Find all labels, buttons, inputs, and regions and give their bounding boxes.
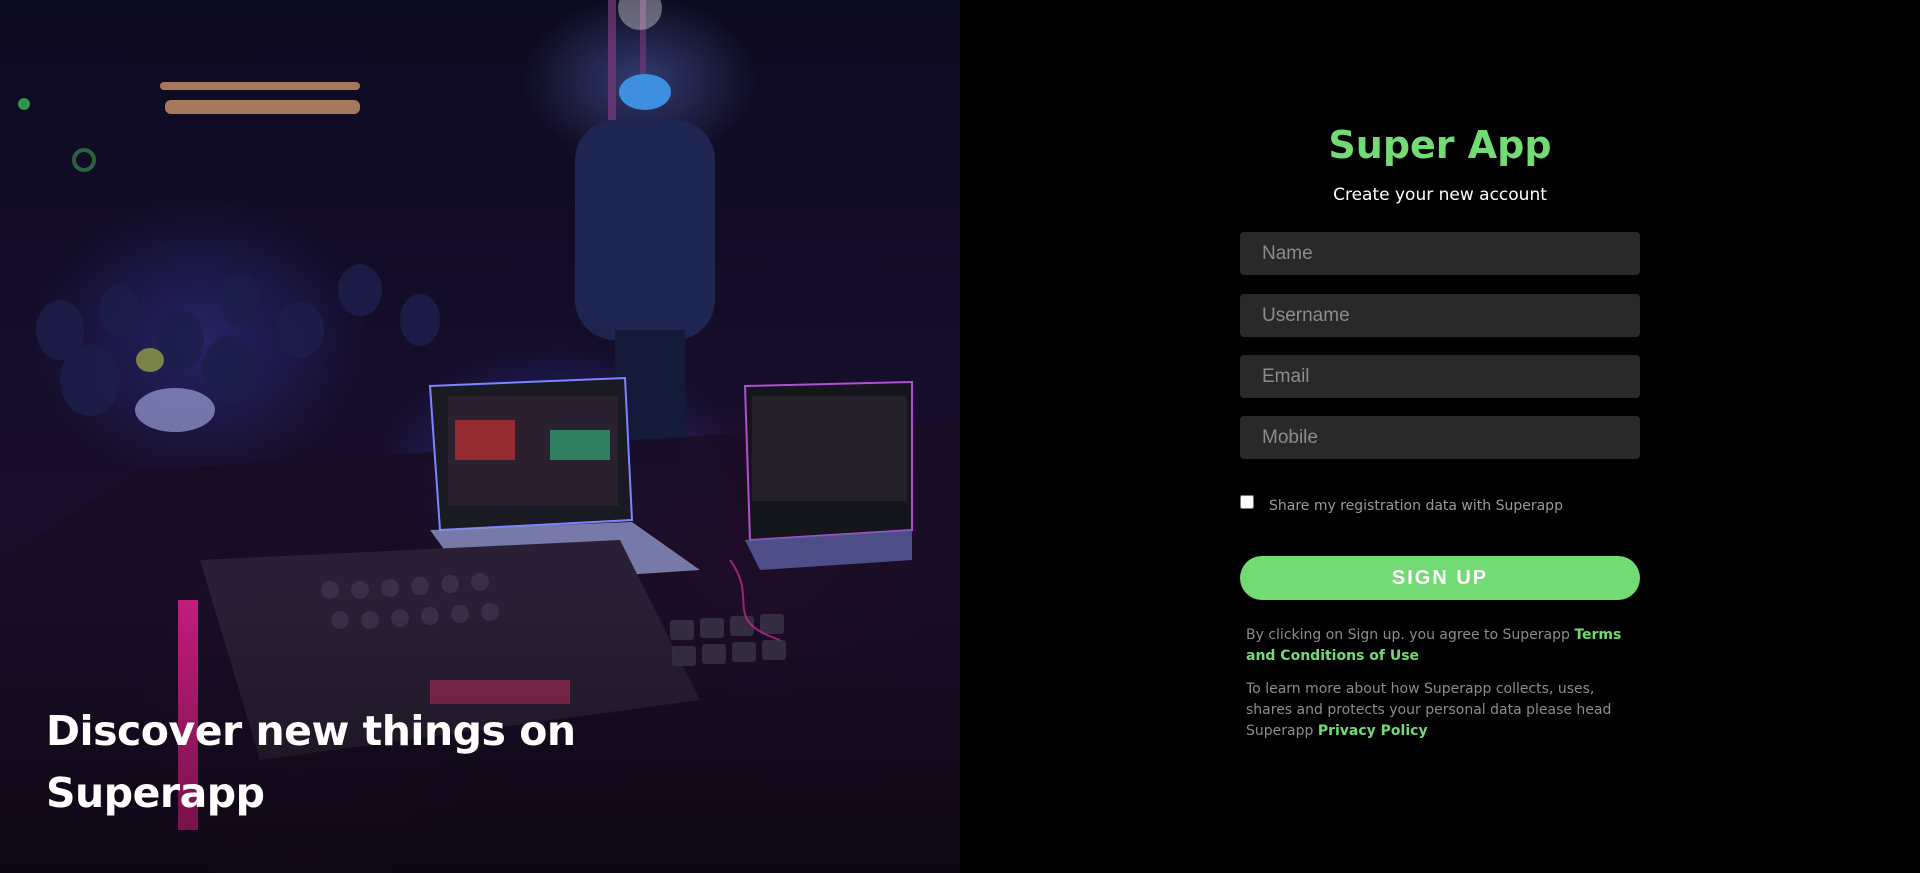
privacy-notice-text: To learn more about how Superapp collect…	[1246, 681, 1612, 739]
app-title: Super App	[1328, 123, 1552, 167]
username-input[interactable]	[1240, 294, 1640, 337]
hero-panel: Discover new things on Superapp	[0, 0, 960, 873]
sign-up-button[interactable]: SIGN UP	[1240, 556, 1640, 600]
share-data-label: Share my registration data with Superapp	[1269, 498, 1563, 514]
laptop-right	[743, 380, 913, 570]
page-subtitle: Create your new account	[1333, 185, 1547, 205]
terms-notice: By clicking on Sign up. you agree to Sup…	[1246, 625, 1636, 667]
terms-notice-text: By clicking on Sign up. you agree to Sup…	[1246, 627, 1575, 643]
hero-headline: Discover new things on Superapp	[46, 707, 576, 817]
privacy-notice: To learn more about how Superapp collect…	[1246, 679, 1636, 742]
privacy-policy-link[interactable]: Privacy Policy	[1318, 723, 1428, 739]
email-input[interactable]	[1240, 355, 1640, 398]
mobile-input[interactable]	[1240, 416, 1640, 459]
name-input[interactable]	[1240, 232, 1640, 275]
share-data-row: Share my registration data with Superapp	[1240, 494, 1640, 518]
share-data-checkbox[interactable]	[1240, 495, 1254, 509]
